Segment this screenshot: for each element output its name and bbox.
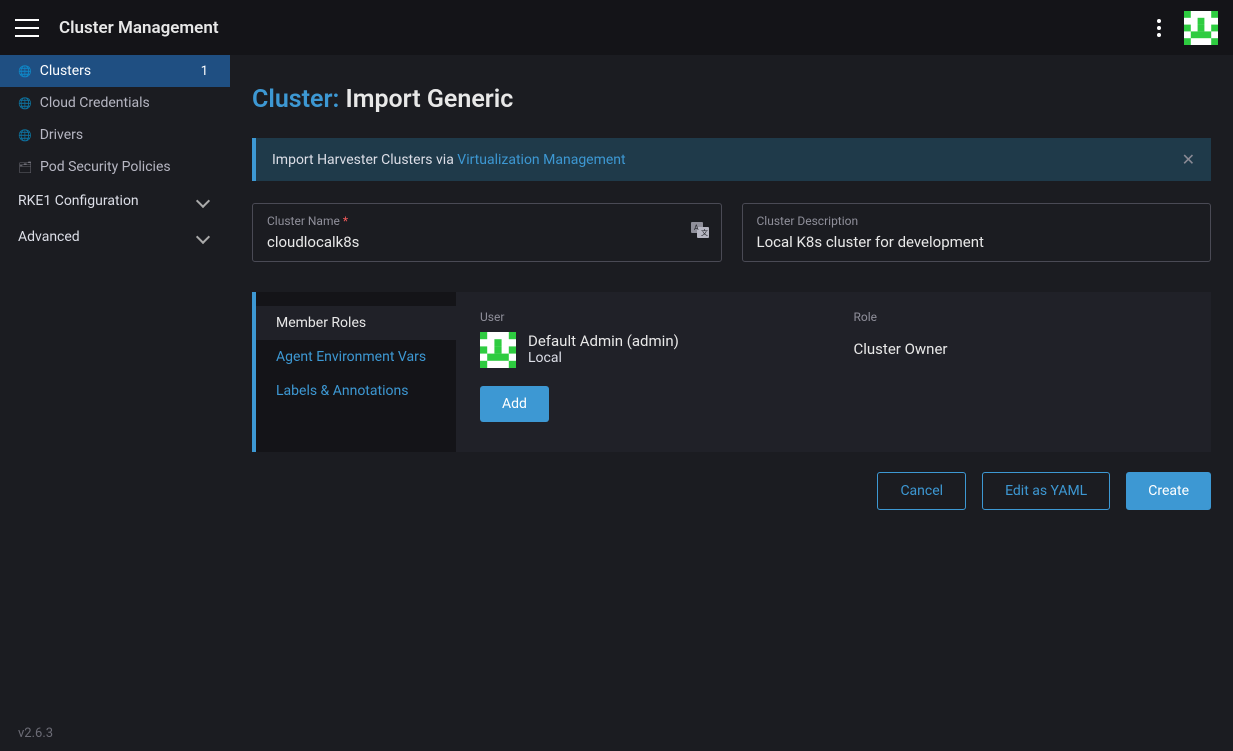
cancel-button[interactable]: Cancel [877, 472, 966, 510]
avatar[interactable] [1184, 11, 1218, 45]
page-title-main: Import Generic [346, 85, 514, 114]
add-member-button[interactable]: Add [480, 386, 549, 422]
sidebar-group-label: Advanced [18, 229, 80, 245]
info-banner: Import Harvester Clusters via Virtualiza… [252, 138, 1211, 181]
virtualization-management-link[interactable]: Virtualization Management [457, 152, 625, 168]
cluster-description-field-wrap: Cluster Description [742, 203, 1212, 262]
member-user-source: Local [528, 350, 679, 366]
globe-icon [18, 95, 32, 111]
sidebar-item-label: Drivers [40, 127, 83, 143]
tab-member-roles[interactable]: Member Roles [256, 306, 456, 340]
edit-yaml-button[interactable]: Edit as YAML [982, 472, 1110, 510]
sidebar-badge: 1 [201, 64, 212, 79]
version-label: v2.6.3 [0, 716, 230, 751]
tab-content-member-roles: User Default Admin (admin) Local Add [456, 292, 1211, 452]
member-role-value: Cluster Owner [854, 340, 1188, 358]
chevron-down-icon [196, 194, 210, 208]
folder-icon [18, 159, 32, 175]
main-content: Cluster: Import Generic Import Harvester… [230, 55, 1233, 751]
app-title: Cluster Management [59, 18, 219, 38]
create-button[interactable]: Create [1126, 472, 1211, 510]
sidebar-item-label: Clusters [40, 63, 91, 79]
tab-agent-env-vars[interactable]: Agent Environment Vars [256, 340, 456, 374]
sidebar-item-drivers[interactable]: Drivers [0, 119, 230, 151]
globe-icon [18, 63, 32, 79]
sidebar-item-label: Pod Security Policies [40, 159, 171, 175]
topbar: Cluster Management [0, 0, 1233, 55]
svg-text:A: A [694, 224, 699, 232]
footer-actions: Cancel Edit as YAML Create [252, 472, 1211, 510]
cluster-description-label: Cluster Description [757, 214, 1197, 228]
chevron-down-icon [196, 230, 210, 244]
user-column-header: User [480, 310, 814, 324]
page-title: Cluster: Import Generic [252, 85, 1211, 114]
cluster-name-field-wrap: Cluster Name * A文 [252, 203, 722, 262]
config-panel: Member Roles Agent Environment Vars Labe… [252, 292, 1211, 452]
cluster-name-label: Cluster Name * [267, 214, 707, 228]
sidebar-item-clusters[interactable]: Clusters 1 [0, 55, 230, 87]
member-user-name: Default Admin (admin) [528, 332, 679, 350]
sidebar-item-cloud-credentials[interactable]: Cloud Credentials [0, 87, 230, 119]
sidebar-item-label: Cloud Credentials [40, 95, 150, 111]
globe-icon [18, 127, 32, 143]
svg-text:文: 文 [701, 228, 708, 237]
close-icon[interactable]: ✕ [1182, 150, 1195, 169]
sidebar: Clusters 1 Cloud Credentials Drivers Pod… [0, 55, 230, 751]
role-column-header: Role [854, 310, 1188, 324]
page-title-prefix: Cluster: [252, 85, 339, 114]
sidebar-group-rke1[interactable]: RKE1 Configuration [0, 183, 230, 219]
user-avatar [480, 332, 516, 368]
banner-text: Import Harvester Clusters via [272, 152, 457, 168]
tab-labels-annotations[interactable]: Labels & Annotations [256, 374, 456, 408]
config-tabs: Member Roles Agent Environment Vars Labe… [256, 292, 456, 452]
cluster-name-input[interactable] [267, 233, 707, 251]
menu-icon[interactable] [15, 19, 39, 37]
cluster-description-input[interactable] [757, 233, 1197, 251]
translate-icon[interactable]: A文 [691, 222, 709, 242]
sidebar-group-label: RKE1 Configuration [18, 193, 139, 209]
sidebar-group-advanced[interactable]: Advanced [0, 219, 230, 255]
kebab-menu-icon[interactable] [1149, 11, 1169, 45]
sidebar-item-pod-security-policies[interactable]: Pod Security Policies [0, 151, 230, 183]
